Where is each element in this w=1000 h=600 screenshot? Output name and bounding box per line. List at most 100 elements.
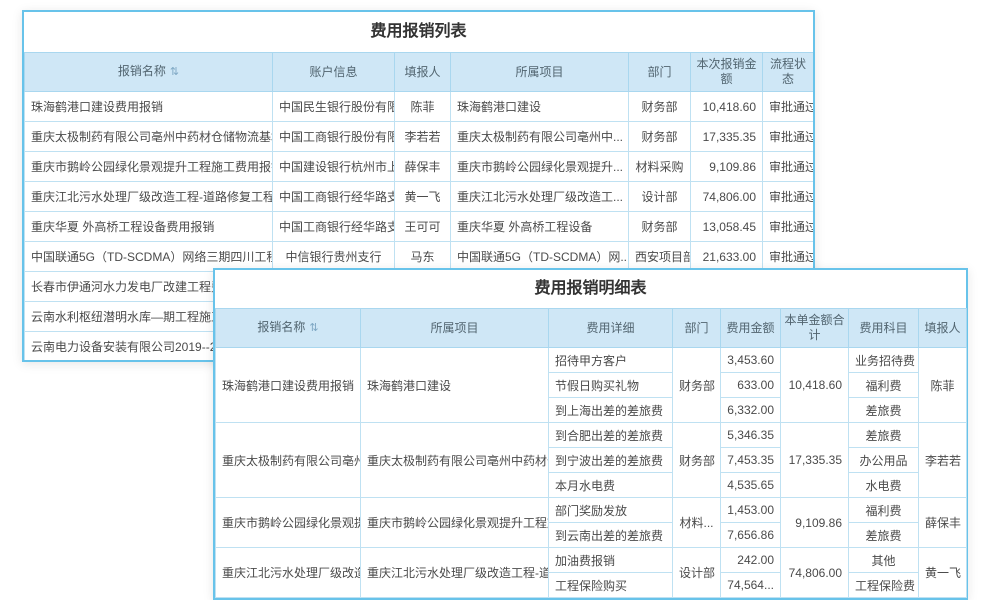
status-text: 审批通过 bbox=[763, 212, 814, 242]
reporter-link[interactable]: 李若若 bbox=[395, 122, 451, 152]
department: 财务部 bbox=[629, 122, 691, 152]
amount: 13,058.45 bbox=[691, 212, 763, 242]
project-link[interactable]: 重庆华夏 外高桥工程设备 bbox=[451, 212, 629, 242]
list-col-label: 账户信息 bbox=[309, 65, 357, 79]
expense-detail-title: 费用报销明细表 bbox=[215, 270, 966, 308]
list-col-header-1[interactable]: 报销名称⇅ bbox=[25, 53, 273, 92]
list-col-label: 填报人 bbox=[404, 65, 440, 79]
department: 材料... bbox=[673, 498, 721, 548]
project-link[interactable]: 重庆江北污水处理厂级改造工... bbox=[451, 182, 629, 212]
detail-col-header-6: 本单金额合计 bbox=[781, 309, 849, 348]
reimbursement-name-link[interactable]: 重庆江北污水处理厂级改造工程-道路修复工程费用... bbox=[25, 182, 273, 212]
project-link[interactable]: 重庆太极制药有限公司亳州中药材仓储物流 bbox=[361, 423, 549, 498]
department: 设计部 bbox=[673, 548, 721, 598]
expense-detail-text: 部门奖励发放 bbox=[549, 498, 673, 523]
detail-col-label: 费用详细 bbox=[586, 321, 634, 335]
sort-icon[interactable]: ⇅ bbox=[309, 321, 318, 336]
reimbursement-name-link[interactable]: 珠海鹤港口建设费用报销 bbox=[216, 348, 361, 423]
list-col-header-2: 账户信息 bbox=[273, 53, 395, 92]
list-col-label: 所属项目 bbox=[515, 65, 563, 79]
expense-list-row[interactable]: 重庆太极制药有限公司亳州中药材仓储物流基地项...中国工商银行股份有限李若若重庆… bbox=[25, 122, 814, 152]
reimbursement-name-link[interactable]: 珠海鹤港口建设费用报销 bbox=[25, 92, 273, 122]
expense-detail-row[interactable]: 重庆市鹅岭公园绿化景观提升工程...重庆市鹅岭公园绿化景观提升工程施工部门奖励发… bbox=[216, 498, 967, 523]
reimbursement-name-link[interactable]: 重庆市鹅岭公园绿化景观提升工程施工费用报销 bbox=[25, 152, 273, 182]
detail-col-header-5: 费用金额 bbox=[721, 309, 781, 348]
amount: 17,335.35 bbox=[691, 122, 763, 152]
reporter-link[interactable]: 薛保丰 bbox=[395, 152, 451, 182]
expense-detail-body: 珠海鹤港口建设费用报销珠海鹤港口建设招待甲方客户财务部 3,453.6010,41… bbox=[216, 348, 967, 598]
expense-list-row[interactable]: 重庆江北污水处理厂级改造工程-道路修复工程费用...中国工商银行经华路支行黄一飞… bbox=[25, 182, 814, 212]
detail-col-label: 费用金额 bbox=[726, 321, 774, 335]
expense-category: 差旅费 bbox=[849, 423, 919, 448]
project-link[interactable]: 珠海鹤港口建设 bbox=[361, 348, 549, 423]
reimbursement-name-link[interactable]: 重庆太极制药有限公司亳州中药... bbox=[216, 423, 361, 498]
reimbursement-name-link[interactable]: 重庆市鹅岭公园绿化景观提升工程... bbox=[216, 498, 361, 548]
expense-category: 差旅费 bbox=[849, 523, 919, 548]
reporter-link[interactable]: 薛保丰 bbox=[919, 498, 967, 548]
expense-amount: 7,656.86 bbox=[721, 523, 781, 548]
expense-amount: 242.00 bbox=[721, 548, 781, 573]
expense-amount: 7,453.35 bbox=[721, 448, 781, 473]
reporter-link[interactable]: 李若若 bbox=[919, 423, 967, 498]
project-link[interactable]: 重庆江北污水处理厂级改造工程-道路修复工 bbox=[361, 548, 549, 598]
list-col-header-7: 流程状态 bbox=[763, 53, 814, 92]
detail-col-label: 费用科目 bbox=[859, 321, 907, 335]
reimbursement-name-link[interactable]: 重庆华夏 外高桥工程设备费用报销 bbox=[25, 212, 273, 242]
account-info: 中国工商银行股份有限 bbox=[273, 122, 395, 152]
project-link[interactable]: 重庆市鹅岭公园绿化景观提升... bbox=[451, 152, 629, 182]
reporter-link[interactable]: 陈菲 bbox=[919, 348, 967, 423]
reporter-link[interactable]: 马东 bbox=[395, 242, 451, 272]
account-info: 中国民生银行股份有限... bbox=[273, 92, 395, 122]
expense-list-row[interactable]: 中国联通5G（TD-SCDMA）网络三期四川工程费...中信银行贵州支行马东中国… bbox=[25, 242, 814, 272]
project-link[interactable]: 重庆太极制药有限公司亳州中... bbox=[451, 122, 629, 152]
amount: 10,418.60 bbox=[691, 92, 763, 122]
total-amount: 10,418.60 bbox=[781, 348, 849, 423]
department: 财务部 bbox=[673, 423, 721, 498]
expense-list-row[interactable]: 重庆市鹅岭公园绿化景观提升工程施工费用报销中国建设银行杭州市上...薛保丰重庆市… bbox=[25, 152, 814, 182]
status-text: 审批通过 bbox=[763, 152, 814, 182]
reimbursement-name-link[interactable]: 重庆江北污水处理厂级改造工程-... bbox=[216, 548, 361, 598]
reporter-link[interactable]: 黄一飞 bbox=[919, 548, 967, 598]
total-amount: 9,109.86 bbox=[781, 498, 849, 548]
account-info: 中国工商银行经华路支行 bbox=[273, 212, 395, 242]
expense-amount: 4,535.65 bbox=[721, 473, 781, 498]
expense-detail-row[interactable]: 重庆太极制药有限公司亳州中药...重庆太极制药有限公司亳州中药材仓储物流到合肥出… bbox=[216, 423, 967, 448]
reporter-link[interactable]: 王可可 bbox=[395, 212, 451, 242]
expense-list-row[interactable]: 珠海鹤港口建设费用报销中国民生银行股份有限...陈菲珠海鹤港口建设财务部10,4… bbox=[25, 92, 814, 122]
amount: 21,633.00 bbox=[691, 242, 763, 272]
status-text: 审批通过 bbox=[763, 122, 814, 152]
department: 财务部 bbox=[629, 212, 691, 242]
expense-category: 办公用品 bbox=[849, 448, 919, 473]
reporter-link[interactable]: 陈菲 bbox=[395, 92, 451, 122]
project-link[interactable]: 中国联通5G（TD-SCDMA）网... bbox=[451, 242, 629, 272]
expense-category: 工程保险费 bbox=[849, 573, 919, 598]
project-link[interactable]: 珠海鹤港口建设 bbox=[451, 92, 629, 122]
expense-detail-table: 报销名称⇅所属项目费用详细部门费用金额本单金额合计费用科目填报人 珠海鹤港口建设… bbox=[215, 308, 967, 598]
expense-detail-text: 到云南出差的差旅费 bbox=[549, 523, 673, 548]
department: 西安项目部 bbox=[629, 242, 691, 272]
expense-detail-text: 工程保险购买 bbox=[549, 573, 673, 598]
expense-category: 水电费 bbox=[849, 473, 919, 498]
reporter-link[interactable]: 黄一飞 bbox=[395, 182, 451, 212]
detail-col-header-7: 费用科目 bbox=[849, 309, 919, 348]
detail-col-header-1[interactable]: 报销名称 ⇅ bbox=[216, 309, 361, 348]
sort-icon[interactable]: ⇅ bbox=[170, 65, 179, 80]
detail-col-label: 部门 bbox=[684, 321, 708, 335]
expense-detail-row[interactable]: 重庆江北污水处理厂级改造工程-...重庆江北污水处理厂级改造工程-道路修复工加油… bbox=[216, 548, 967, 573]
expense-list-row[interactable]: 重庆华夏 外高桥工程设备费用报销中国工商银行经华路支行王可可重庆华夏 外高桥工程… bbox=[25, 212, 814, 242]
expense-detail-text: 到合肥出差的差旅费 bbox=[549, 423, 673, 448]
reimbursement-name-link[interactable]: 中国联通5G（TD-SCDMA）网络三期四川工程费... bbox=[25, 242, 273, 272]
expense-amount: 6,332.00 bbox=[721, 398, 781, 423]
detail-col-label: 报销名称 bbox=[257, 320, 305, 334]
expense-detail-panel: 费用报销明细表 报销名称⇅所属项目费用详细部门费用金额本单金额合计费用科目填报人… bbox=[213, 268, 968, 600]
list-col-header-4: 所属项目 bbox=[451, 53, 629, 92]
expense-category: 差旅费 bbox=[849, 398, 919, 423]
expense-detail-text: 招待甲方客户 bbox=[549, 348, 673, 373]
reimbursement-name-link[interactable]: 重庆太极制药有限公司亳州中药材仓储物流基地项... bbox=[25, 122, 273, 152]
expense-detail-row[interactable]: 珠海鹤港口建设费用报销珠海鹤港口建设招待甲方客户财务部3,453.6010,41… bbox=[216, 348, 967, 373]
expense-detail-text: 节假日购买礼物 bbox=[549, 373, 673, 398]
expense-detail-head: 报销名称⇅所属项目费用详细部门费用金额本单金额合计费用科目填报人 bbox=[216, 309, 967, 348]
expense-amount: 3,453.60 bbox=[721, 348, 781, 373]
detail-col-header-8: 填报人 bbox=[919, 309, 967, 348]
project-link[interactable]: 重庆市鹅岭公园绿化景观提升工程施工 bbox=[361, 498, 549, 548]
